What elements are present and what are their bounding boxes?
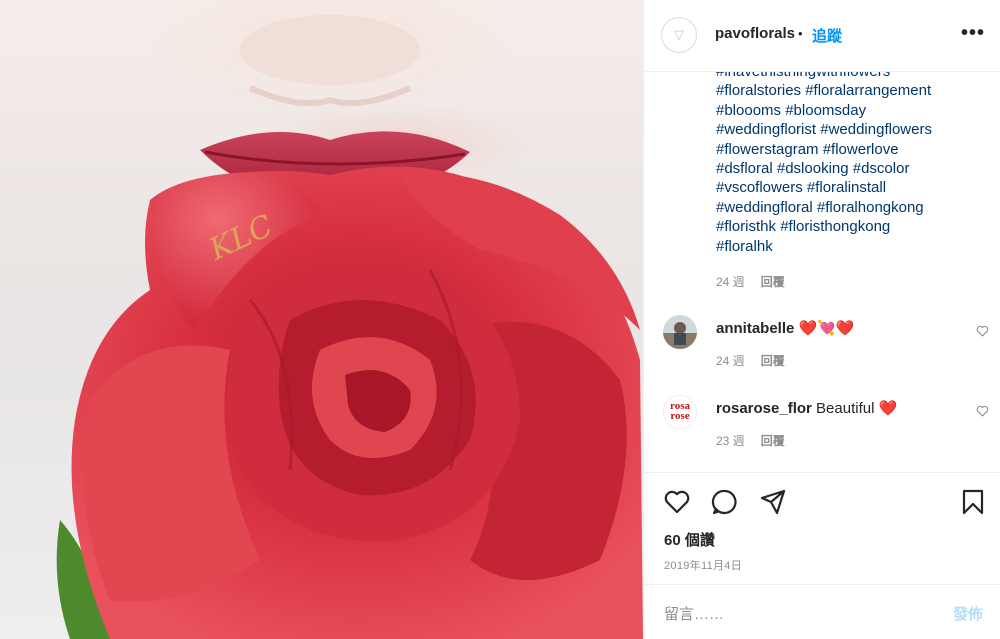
header-separator: • — [798, 26, 803, 41]
hashtag-line[interactable]: #floristhk #floristhongkong — [716, 217, 986, 236]
avatar-photo-icon — [663, 315, 697, 349]
like-heart-icon[interactable] — [663, 488, 691, 516]
follow-button[interactable]: 追蹤 — [812, 25, 842, 46]
hashtag-line[interactable]: #dsfloral #dslooking #dscolor — [716, 159, 986, 178]
caption-reply-button[interactable]: 回覆 — [761, 275, 785, 289]
comment-input[interactable]: 留言…… — [664, 603, 724, 624]
comment-body: ❤️💘❤️ — [798, 320, 855, 337]
comment-item: rosa rose rosarose_flor Beautiful ❤️ 23 … — [644, 395, 1000, 455]
caption-time[interactable]: 24 週 — [716, 275, 745, 289]
post-comment-button[interactable]: 發佈 — [953, 603, 983, 624]
comment-meta: 23 週 回覆 — [716, 432, 785, 449]
rose-illustration: KLC — [56, 15, 643, 639]
caption-meta: 24 週 回覆 — [716, 273, 785, 290]
comments-list[interactable]: #ihavethisthingwithflowers #floralstorie… — [644, 72, 1000, 472]
author-username[interactable]: pavoflorals — [715, 25, 795, 42]
comment-text: annitabelle ❤️💘❤️ — [716, 319, 855, 337]
hashtag-line[interactable]: #ihavethisthingwithflowers — [716, 72, 986, 81]
hashtag-line[interactable]: #floralstories #floralarrangement — [716, 81, 986, 100]
post-header: ▽ pavoflorals • 追蹤 ••• — [644, 0, 1000, 72]
like-count[interactable]: 60 個讚 — [664, 529, 715, 550]
commenter-username[interactable]: annitabelle — [716, 320, 794, 337]
rosa-rose-logo-icon: rosa rose — [670, 400, 690, 422]
post-actions: 60 個讚 2019年11月4日 — [644, 472, 1000, 582]
comment-time[interactable]: 24 週 — [716, 354, 745, 368]
comment-text: rosarose_flor Beautiful ❤️ — [716, 399, 897, 417]
hashtag-line[interactable]: #vscoflowers #floralinstall — [716, 178, 986, 197]
commenter-username[interactable]: rosarose_flor — [716, 400, 812, 417]
author-avatar[interactable]: ▽ — [661, 17, 697, 53]
hashtag-line[interactable]: #floralhk — [716, 237, 986, 256]
add-comment-bar: 留言…… 發佈 — [644, 584, 1000, 639]
comment-body: Beautiful ❤️ — [816, 400, 898, 417]
save-bookmark-icon[interactable] — [959, 488, 987, 516]
comment-like-heart-icon[interactable] — [976, 325, 989, 337]
comment-bubble-icon[interactable] — [711, 488, 739, 516]
share-send-icon[interactable] — [759, 488, 787, 516]
post-side-panel: ▽ pavoflorals • 追蹤 ••• #ihavethisthingwi… — [643, 0, 1000, 639]
comment-reply-button[interactable]: 回覆 — [761, 354, 785, 368]
post-photo[interactable]: KLC — [0, 0, 643, 639]
comment-like-heart-icon[interactable] — [976, 405, 989, 417]
post-date[interactable]: 2019年11月4日 — [664, 557, 742, 573]
caption-hashtags: #ihavethisthingwithflowers #floralstorie… — [716, 72, 986, 256]
comment-reply-button[interactable]: 回覆 — [761, 434, 785, 448]
more-options-icon[interactable]: ••• — [961, 22, 985, 45]
hashtag-line[interactable]: #weddingfloral #floralhongkong — [716, 198, 986, 217]
hashtag-line[interactable]: #bloooms #bloomsday — [716, 101, 986, 120]
commenter-avatar[interactable]: rosa rose — [663, 395, 697, 429]
avatar-logo-icon: ▽ — [674, 27, 684, 42]
commenter-avatar[interactable] — [663, 315, 697, 349]
hashtag-line[interactable]: #flowerstagram #flowerlove — [716, 140, 986, 159]
comment-time[interactable]: 23 週 — [716, 434, 745, 448]
comment-item: annitabelle ❤️💘❤️ 24 週 回覆 — [644, 315, 1000, 375]
comment-meta: 24 週 回覆 — [716, 352, 785, 369]
hashtag-line[interactable]: #weddingflorist #weddingflowers — [716, 120, 986, 139]
